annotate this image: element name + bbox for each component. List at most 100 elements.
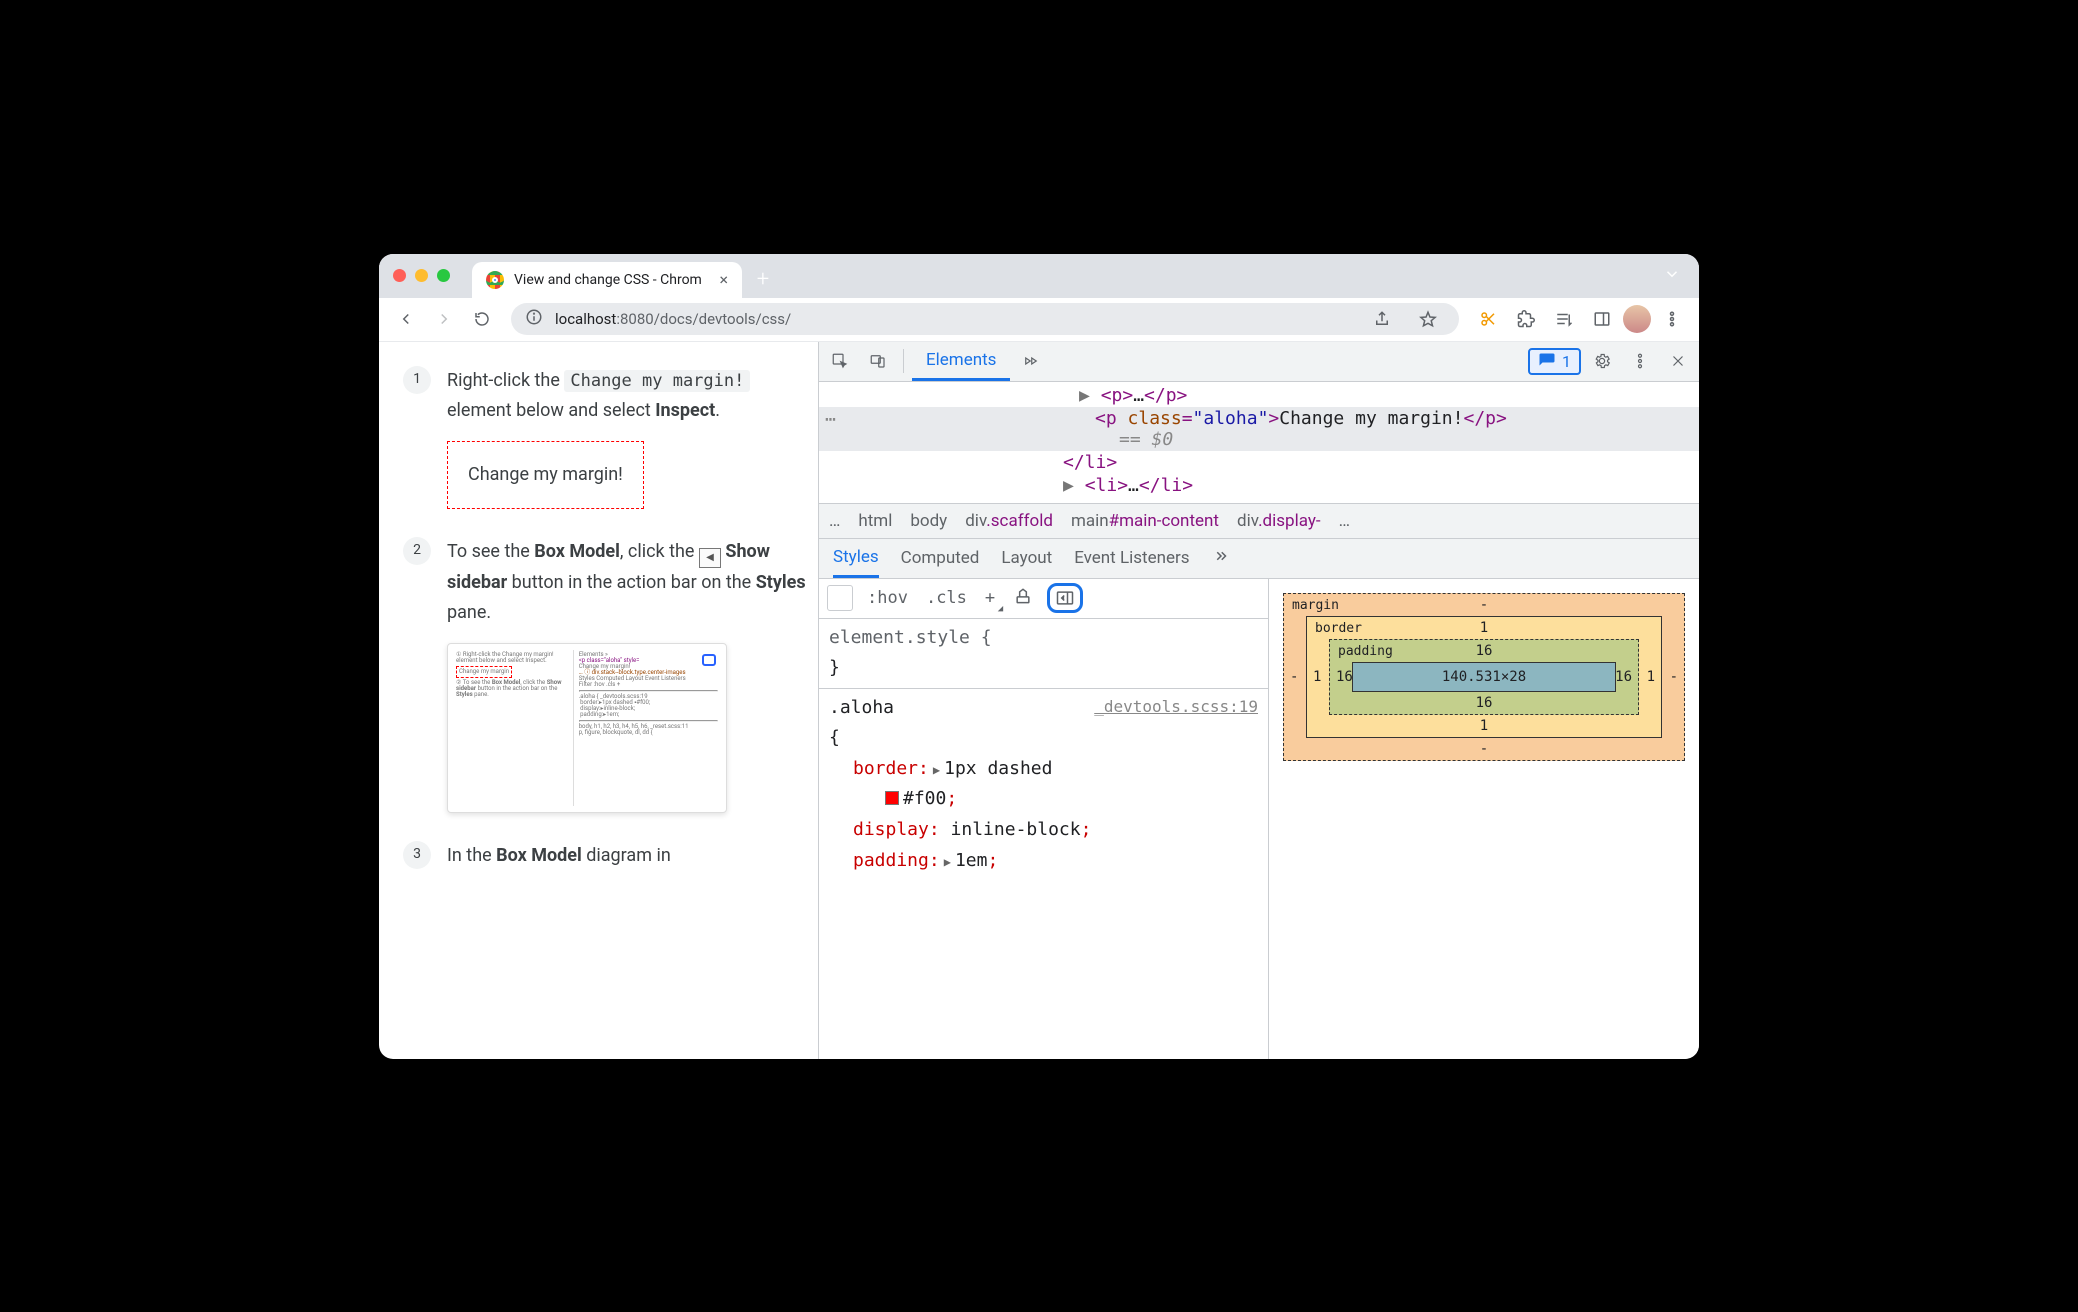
step-text: diagram in [582,845,671,866]
bm-value[interactable]: 16 [1615,670,1632,684]
step-text: Right-click the [447,370,564,391]
css-property[interactable]: border:▶1px dashed [829,758,1052,779]
inspect-element-icon[interactable] [823,344,857,378]
crumb[interactable]: main#main-content [1071,511,1219,531]
code-snippet: Change my margin! [564,370,750,392]
bm-value[interactable]: 1 [1647,670,1655,684]
window-maximize-icon[interactable] [437,269,450,282]
box-model-content[interactable]: 140.531×28 [1352,662,1616,692]
show-sidebar-button[interactable] [1047,583,1083,613]
url-text: localhost:8080/docs/devtools/css/ [555,310,791,328]
css-property[interactable]: #f00; [829,788,957,809]
toggle-hov-button[interactable]: :hov [863,586,912,610]
bm-label: padding [1338,644,1393,659]
dom-node-menu-icon[interactable]: ⋯ [825,409,836,430]
copy-styles-icon[interactable] [1009,584,1037,613]
tab-elements[interactable]: Elements [912,342,1010,381]
crumb[interactable]: div.scaffold [965,511,1053,531]
toggle-cls-button[interactable]: .cls [922,586,971,610]
css-source-link[interactable]: _devtools.scss:19 [1094,693,1258,720]
chrome-favicon-icon [486,271,504,289]
toolbar: localhost:8080/docs/devtools/css/ [379,298,1699,342]
crumb[interactable]: html [858,511,892,531]
crumb[interactable]: … [829,511,840,531]
dom-breadcrumbs[interactable]: … html body div.scaffold main#main-conte… [819,503,1699,539]
box-model-padding[interactable]: padding 16 16 16 16 140.531×28 [1329,639,1639,715]
chrome-menu-icon[interactable] [1655,302,1689,336]
docs-pane: 1 Right-click the Change my margin! elem… [379,342,819,1059]
step-3: 3 In the Box Model diagram in [403,841,808,872]
step-text: Box Model [496,845,582,866]
bm-value[interactable]: 1 [1313,670,1321,684]
extensions-icon[interactable] [1509,302,1543,336]
scissors-icon[interactable] [1471,302,1505,336]
step-number: 1 [403,366,431,394]
reload-button[interactable] [465,302,499,336]
filter-input[interactable] [827,585,853,611]
dom-tree[interactable]: ▶ <p>…</p> ⋯ <p class="aloha">Change my … [819,382,1699,503]
reading-list-icon[interactable] [1547,302,1581,336]
css-brace: { [829,727,840,748]
bm-value[interactable]: - [1670,670,1678,684]
css-brace: } [829,657,840,678]
tab-event-listeners[interactable]: Event Listeners [1074,548,1189,568]
step-text: button in the action bar on the [507,572,755,593]
step-text: Styles [756,572,806,593]
tab-layout[interactable]: Layout [1001,548,1052,568]
bookmark-icon[interactable] [1411,302,1445,336]
issues-count: 1 [1562,352,1571,371]
bm-value[interactable]: - [1290,670,1298,684]
dom-selected-node[interactable]: ⋯ <p class="aloha">Change my margin!</p>… [819,407,1699,451]
show-sidebar-icon [699,548,721,568]
site-info-icon[interactable] [525,308,543,330]
bm-value[interactable]: 1 [1480,621,1488,635]
css-property[interactable]: padding:▶1em; [829,850,998,871]
devtools-menu-icon[interactable] [1623,344,1657,378]
url-bar[interactable]: localhost:8080/docs/devtools/css/ [511,303,1459,335]
bm-value[interactable]: 16 [1336,670,1353,684]
browser-tab[interactable]: View and change CSS - Chrom × [472,262,742,298]
box-model-border[interactable]: border 1 1 1 1 padding 16 16 [1306,616,1662,738]
profile-avatar[interactable] [1623,305,1651,333]
tab-computed[interactable]: Computed [901,548,980,568]
bm-value[interactable]: 16 [1476,696,1493,710]
tab-close-icon[interactable]: × [719,270,728,289]
step-text: pane. [447,602,491,623]
issues-badge[interactable]: 1 [1528,348,1581,375]
back-button[interactable] [389,302,423,336]
share-icon[interactable] [1365,302,1399,336]
window-menu-icon[interactable] [1663,265,1681,287]
new-tab-button[interactable]: + [748,265,778,295]
crumb[interactable]: div.display- [1237,511,1321,531]
demo-element[interactable]: Change my margin! [447,441,644,510]
new-style-rule-button[interactable]: +◢ [981,586,999,610]
css-property[interactable]: display: inline-block; [829,819,1091,840]
css-selector[interactable]: element.style { [829,627,992,648]
color-swatch-icon[interactable] [885,791,899,805]
css-selector[interactable]: .aloha [829,697,894,718]
more-tabs-icon[interactable] [1212,547,1230,570]
bm-value[interactable]: 16 [1476,644,1493,658]
side-panel-icon[interactable] [1585,302,1619,336]
step-text: Inspect [655,400,715,421]
box-model-margin[interactable]: margin - - - - border 1 1 1 1 [1283,593,1685,761]
window-minimize-icon[interactable] [415,269,428,282]
crumb[interactable]: body [910,511,947,531]
more-tabs-icon[interactable] [1014,344,1048,378]
bm-label: margin [1292,598,1339,613]
browser-window: View and change CSS - Chrom × + localhos… [379,254,1699,1059]
devtools-close-icon[interactable] [1661,344,1695,378]
step-text: . [715,400,720,421]
settings-icon[interactable] [1585,344,1619,378]
device-toolbar-icon[interactable] [861,344,895,378]
bm-value[interactable]: - [1480,742,1488,756]
styles-action-bar: :hov .cls +◢ [819,579,1268,619]
css-rules[interactable]: element.style { } _devtools.scss:19 .alo… [819,619,1268,1059]
tab-title: View and change CSS - Chrom [514,272,702,288]
window-close-icon[interactable] [393,269,406,282]
forward-button[interactable] [427,302,461,336]
bm-value[interactable]: 1 [1480,719,1488,733]
crumb[interactable]: … [1339,511,1350,531]
bm-value[interactable]: - [1480,598,1488,612]
tab-styles[interactable]: Styles [833,539,879,578]
